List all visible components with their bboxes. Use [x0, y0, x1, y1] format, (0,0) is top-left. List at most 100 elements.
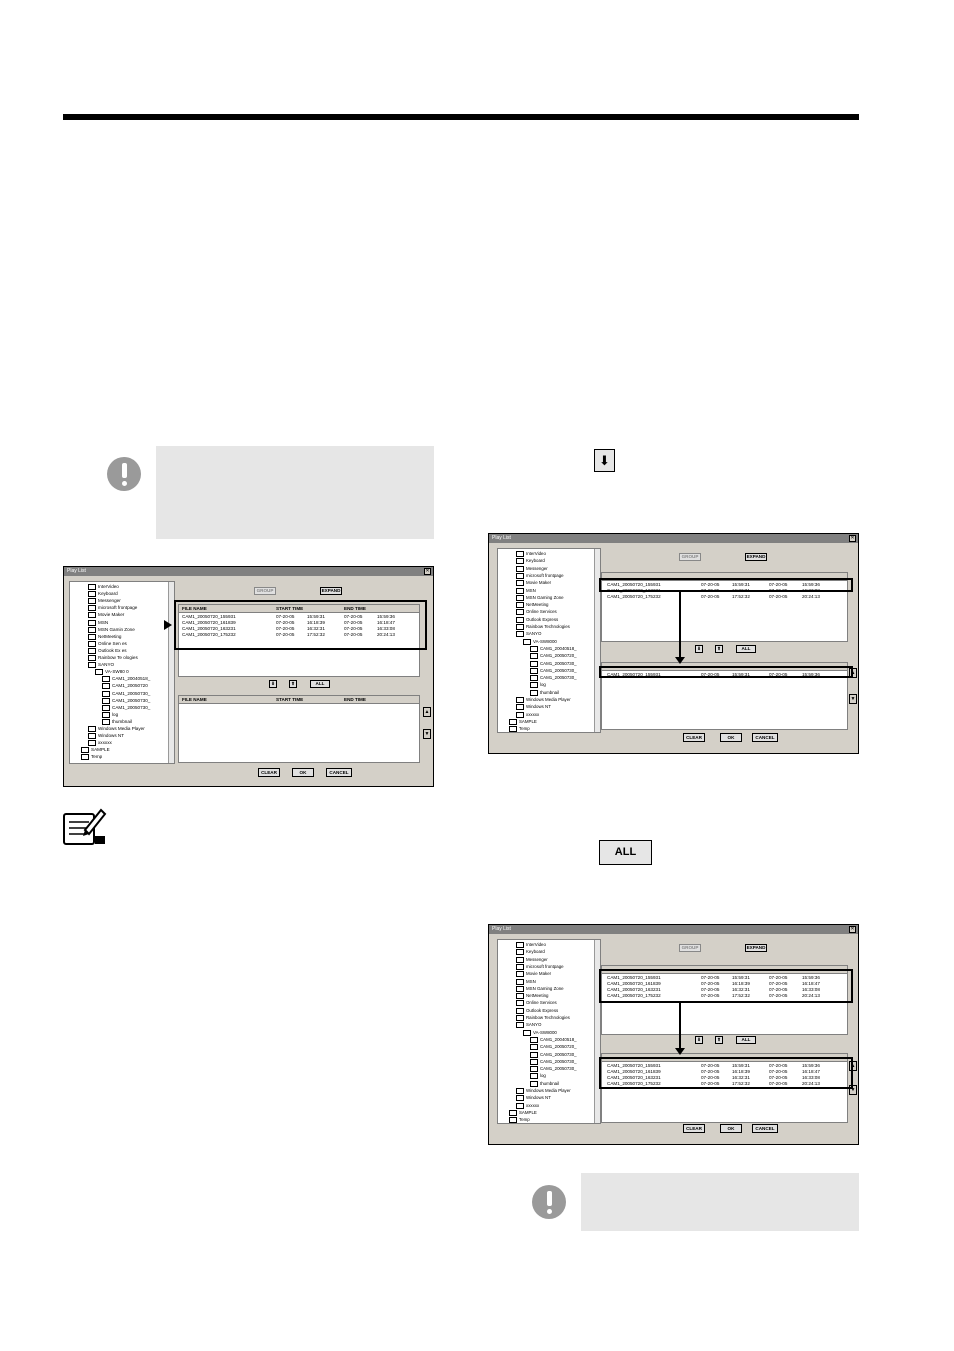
- all-button[interactable]: ALL: [736, 1036, 756, 1044]
- scroll-down-button[interactable]: ▼: [423, 729, 431, 739]
- column-header[interactable]: FILE NAME: [182, 696, 207, 703]
- tree-item[interactable]: Messenger: [516, 566, 548, 572]
- tree-item[interactable]: Keyboard: [516, 558, 545, 564]
- group-button[interactable]: GROUP: [679, 553, 701, 561]
- tree-item[interactable]: Rainbow Technologies: [516, 624, 570, 630]
- close-icon[interactable]: ✕: [424, 568, 431, 575]
- scroll-down-button[interactable]: ▼: [849, 694, 857, 704]
- folder-tree[interactable]: InterVideo Keyboard Messenger microsoft fro…: [497, 939, 601, 1124]
- tree-item[interactable]: Windows NT: [516, 704, 551, 710]
- tree-item[interactable]: VA-SW80 0: [95, 669, 129, 675]
- tree-item[interactable]: Messenger: [88, 598, 121, 604]
- tree-item[interactable]: thumbnail: [530, 690, 559, 696]
- tree-item[interactable]: SANYO: [88, 662, 114, 668]
- tree-item[interactable]: InterVideo: [88, 584, 119, 590]
- move-up-button[interactable]: ⬆: [715, 645, 723, 653]
- tree-item[interactable]: SAMPLE: [509, 719, 537, 725]
- tree-item[interactable]: Temp: [509, 1117, 530, 1123]
- tree-item[interactable]: NetMeeting: [88, 634, 122, 640]
- expand-button[interactable]: EXPAND: [745, 553, 767, 561]
- tree-item[interactable]: Windows Media Player: [516, 697, 571, 703]
- clear-button[interactable]: CLEAR: [258, 768, 280, 777]
- tree-item[interactable]: Messenger: [516, 957, 548, 963]
- tree-item[interactable]: CAM1_20050730_: [102, 705, 150, 711]
- tree-item[interactable]: log: [530, 682, 546, 688]
- tree-item[interactable]: log: [530, 1073, 546, 1079]
- tree-scrollbar[interactable]: [594, 549, 600, 732]
- tree-item[interactable]: CAM1_20050730_: [530, 1066, 577, 1072]
- tree-item[interactable]: MSN: [88, 620, 108, 626]
- tree-item[interactable]: CAM1_20050730_: [102, 698, 150, 704]
- folder-tree[interactable]: InterVideo Keyboard Messenger microsoft fro…: [497, 548, 601, 733]
- tree-item[interactable]: VA-SW8000: [523, 639, 557, 645]
- tree-item[interactable]: CAM1_20050730_: [530, 675, 577, 681]
- tree-item[interactable]: Movie Maker: [516, 971, 551, 977]
- tree-item[interactable]: NetMeeting: [516, 993, 548, 999]
- tree-item[interactable]: CAM1_20050720_: [530, 653, 577, 659]
- ok-button[interactable]: OK: [720, 733, 742, 742]
- dialog-title-bar[interactable]: Play List ✕: [489, 534, 858, 543]
- folder-tree[interactable]: InterVideo Keyboard Messenger microsoft fro…: [69, 581, 175, 764]
- cancel-button[interactable]: CANCEL: [752, 1124, 778, 1133]
- tree-item[interactable]: Online Services: [516, 1000, 557, 1006]
- tree-item[interactable]: SANYO: [516, 1022, 541, 1028]
- tree-item[interactable]: Online Services: [516, 609, 557, 615]
- scroll-up-button[interactable]: ▲: [423, 707, 431, 717]
- tree-item[interactable]: SAMPLE: [509, 1110, 537, 1116]
- play-file-list[interactable]: FILE NAME START TIME END TIME: [178, 695, 420, 763]
- tree-item[interactable]: Online Sen es: [88, 641, 127, 647]
- tree-item[interactable]: CAM1_20050730_: [530, 1052, 577, 1058]
- tree-item[interactable]: CAM1_20050730_: [530, 661, 577, 667]
- tree-item[interactable]: Keyboard: [88, 591, 118, 597]
- tree-item[interactable]: InterVideo: [516, 942, 546, 948]
- tree-item[interactable]: Outlook Express: [516, 617, 558, 623]
- expand-button[interactable]: EXPAND: [320, 587, 342, 595]
- tree-item[interactable]: CAM1_20040518_: [102, 676, 150, 682]
- move-down-button[interactable]: ⬇: [695, 1036, 703, 1044]
- tree-item[interactable]: Temp: [509, 726, 530, 732]
- tree-item[interactable]: InterVideo: [516, 551, 546, 557]
- group-button[interactable]: GROUP: [254, 587, 276, 595]
- expand-button[interactable]: EXPAND: [745, 944, 767, 952]
- tree-item[interactable]: NetMeeting: [516, 602, 548, 608]
- tree-item[interactable]: Windows NT: [88, 733, 124, 739]
- tree-item[interactable]: microsoft frontpage: [516, 573, 564, 579]
- tree-item[interactable]: xxxxxx: [516, 1103, 539, 1109]
- tree-item[interactable]: MSN Gaming Zone: [516, 986, 564, 992]
- tree-item[interactable]: xxxxxx: [88, 740, 112, 746]
- move-up-button[interactable]: ⬆: [715, 1036, 723, 1044]
- close-icon[interactable]: ✕: [849, 535, 856, 542]
- cancel-button[interactable]: CANCEL: [326, 768, 352, 777]
- tree-item[interactable]: SANYO: [516, 631, 541, 637]
- source-table-row[interactable]: CAM1_20050720_175232 07-20-05 17:52:32 07-2…: [602, 594, 847, 600]
- move-down-button[interactable]: ⬇: [269, 680, 277, 688]
- tree-item[interactable]: xxxxxx: [516, 712, 539, 718]
- tree-item[interactable]: MSN: [516, 588, 536, 594]
- tree-item[interactable]: MSN Gaming Zone: [516, 595, 564, 601]
- tree-item[interactable]: thumbnail: [102, 719, 132, 725]
- tree-item[interactable]: CAM1_20050720_: [530, 1044, 577, 1050]
- all-button[interactable]: ALL: [310, 680, 330, 688]
- tree-item[interactable]: microsoft frontpage: [88, 605, 137, 611]
- clear-button[interactable]: CLEAR: [683, 733, 705, 742]
- tree-item[interactable]: thumbnail: [530, 1081, 559, 1087]
- move-down-button[interactable]: ⬇: [695, 645, 703, 653]
- ok-button[interactable]: OK: [292, 768, 314, 777]
- tree-item[interactable]: VA-SW8000: [523, 1030, 557, 1036]
- column-header[interactable]: START TIME: [276, 696, 303, 703]
- tree-item[interactable]: Movie Maker: [516, 580, 551, 586]
- tree-item[interactable]: CAM1_20050730_: [102, 691, 150, 697]
- ok-button[interactable]: OK: [720, 1124, 742, 1133]
- tree-item[interactable]: Keyboard: [516, 949, 545, 955]
- tree-item[interactable]: Outlook Express: [516, 1008, 558, 1014]
- tree-item[interactable]: CAM1_20050720: [102, 683, 148, 689]
- dialog-title-bar[interactable]: Play List ✕: [489, 925, 858, 934]
- all-button[interactable]: ALL: [736, 645, 756, 653]
- column-header[interactable]: END TIME: [344, 696, 366, 703]
- tree-item[interactable]: Windows Media Player: [88, 726, 145, 732]
- tree-item[interactable]: microsoft frontpage: [516, 964, 564, 970]
- tree-item[interactable]: CAM1_20040518_: [530, 1037, 577, 1043]
- tree-item[interactable]: MSN: [516, 979, 536, 985]
- tree-item[interactable]: Windows Media Player: [516, 1088, 571, 1094]
- close-icon[interactable]: ✕: [849, 926, 856, 933]
